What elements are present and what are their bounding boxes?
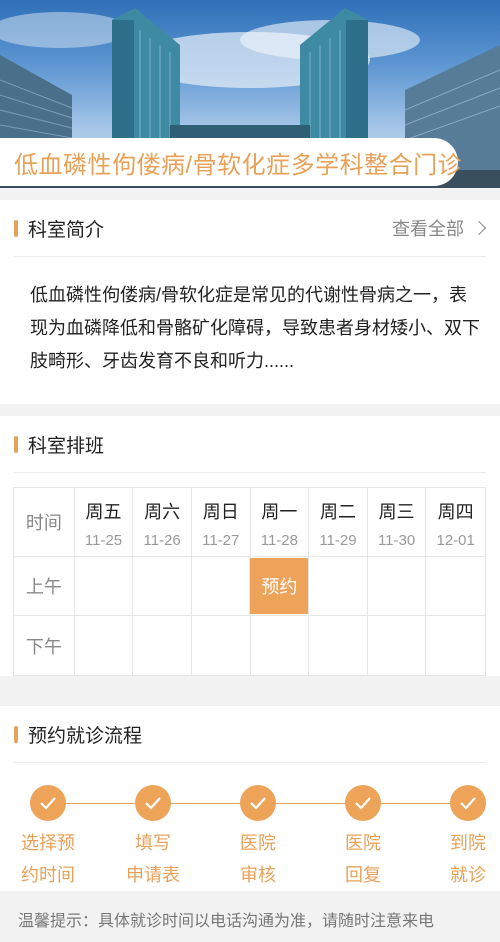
time-header: 时间 — [14, 488, 75, 557]
schedule-header-row: 时间 周五 11-25 周六 11-26 周日 11-27 周一 11-28 周二 11-… — [14, 488, 485, 557]
process-section: 预约就诊流程 选择预 约时间 填写 申请表 医院 审核 医院 回复 到院 就诊 — [0, 706, 500, 891]
morning-row: 上午 预约 — [14, 557, 486, 616]
schedule-cell — [192, 616, 251, 675]
process-step: 医院 审核 — [218, 785, 298, 891]
section-accent-bar — [14, 725, 18, 743]
process-step: 到院 就诊 — [428, 785, 500, 891]
schedule-cell — [133, 616, 192, 675]
hero-banner: 低血磷性佝偻病/骨软化症多学科整合门诊 — [0, 0, 500, 188]
schedule-cell: 预约 — [250, 557, 310, 616]
department-title: 低血磷性佝偻病/骨软化症多学科整合门诊 — [0, 138, 462, 186]
day-column-header: 周三 11-30 — [367, 488, 427, 557]
process-step: 选择预 约时间 — [8, 785, 88, 891]
day-column-header: 周二 11-29 — [309, 488, 368, 557]
schedule-table: 时间 周五 11-25 周六 11-26 周日 11-27 周一 11-28 周二 11-… — [13, 487, 486, 676]
section-accent-bar — [14, 219, 18, 237]
book-button[interactable]: 预约 — [250, 558, 309, 614]
schedule-cell — [191, 557, 251, 616]
schedule-cell — [368, 616, 427, 675]
chevron-right-icon[interactable] — [471, 220, 487, 236]
schedule-heading: 科室排班 — [28, 435, 105, 457]
schedule-cell — [426, 616, 485, 675]
schedule-cell — [367, 557, 427, 616]
schedule-cell — [251, 616, 310, 675]
check-icon — [240, 785, 276, 821]
morning-label: 上午 — [14, 557, 75, 616]
process-heading: 预约就诊流程 — [28, 725, 143, 747]
schedule-section: 科室排班 时间 周五 11-25 周六 11-26 周日 11-27 周一 11-28 … — [0, 416, 500, 676]
afternoon-label: 下午 — [14, 616, 75, 675]
section-accent-bar — [14, 435, 18, 453]
afternoon-row: 下午 — [14, 616, 485, 675]
process-step: 填写 申请表 — [113, 785, 193, 891]
day-column-header: 周四 12-01 — [426, 488, 485, 557]
warm-tip: 温馨提示：具体就诊时间以电话沟通为准，请随时注意来电 — [0, 891, 500, 942]
check-icon — [450, 785, 486, 821]
day-column-header: 周日 11-27 — [191, 488, 251, 557]
schedule-cell — [75, 616, 134, 675]
intro-section: 科室简介 查看全部 低血磷性佝偻病/骨软化症是常见的代谢性骨病之一，表现为血磷降… — [0, 200, 500, 404]
check-icon — [135, 785, 171, 821]
check-icon — [30, 785, 66, 821]
view-all-link[interactable]: 查看全部 — [392, 215, 487, 241]
schedule-cell — [133, 557, 192, 616]
schedule-cell — [309, 557, 368, 616]
intro-text: 低血磷性佝偻病/骨软化症是常见的代谢性骨病之一，表现为血磷降低和骨骼矿化障碍，导… — [30, 285, 480, 371]
intro-heading: 科室简介 — [28, 219, 105, 241]
check-icon — [345, 785, 381, 821]
schedule-cell — [426, 557, 486, 616]
day-column-header: 周六 11-26 — [133, 488, 192, 557]
day-column-header: 周一 11-28 — [250, 488, 310, 557]
schedule-cell — [309, 616, 368, 675]
process-steps: 选择预 约时间 填写 申请表 医院 审核 医院 回复 到院 就诊 — [0, 763, 500, 891]
view-all-label[interactable]: 查看全部 — [392, 215, 464, 241]
process-step: 医院 回复 — [323, 785, 403, 891]
schedule-cell — [74, 557, 134, 616]
day-column-header: 周五 11-25 — [74, 488, 134, 557]
